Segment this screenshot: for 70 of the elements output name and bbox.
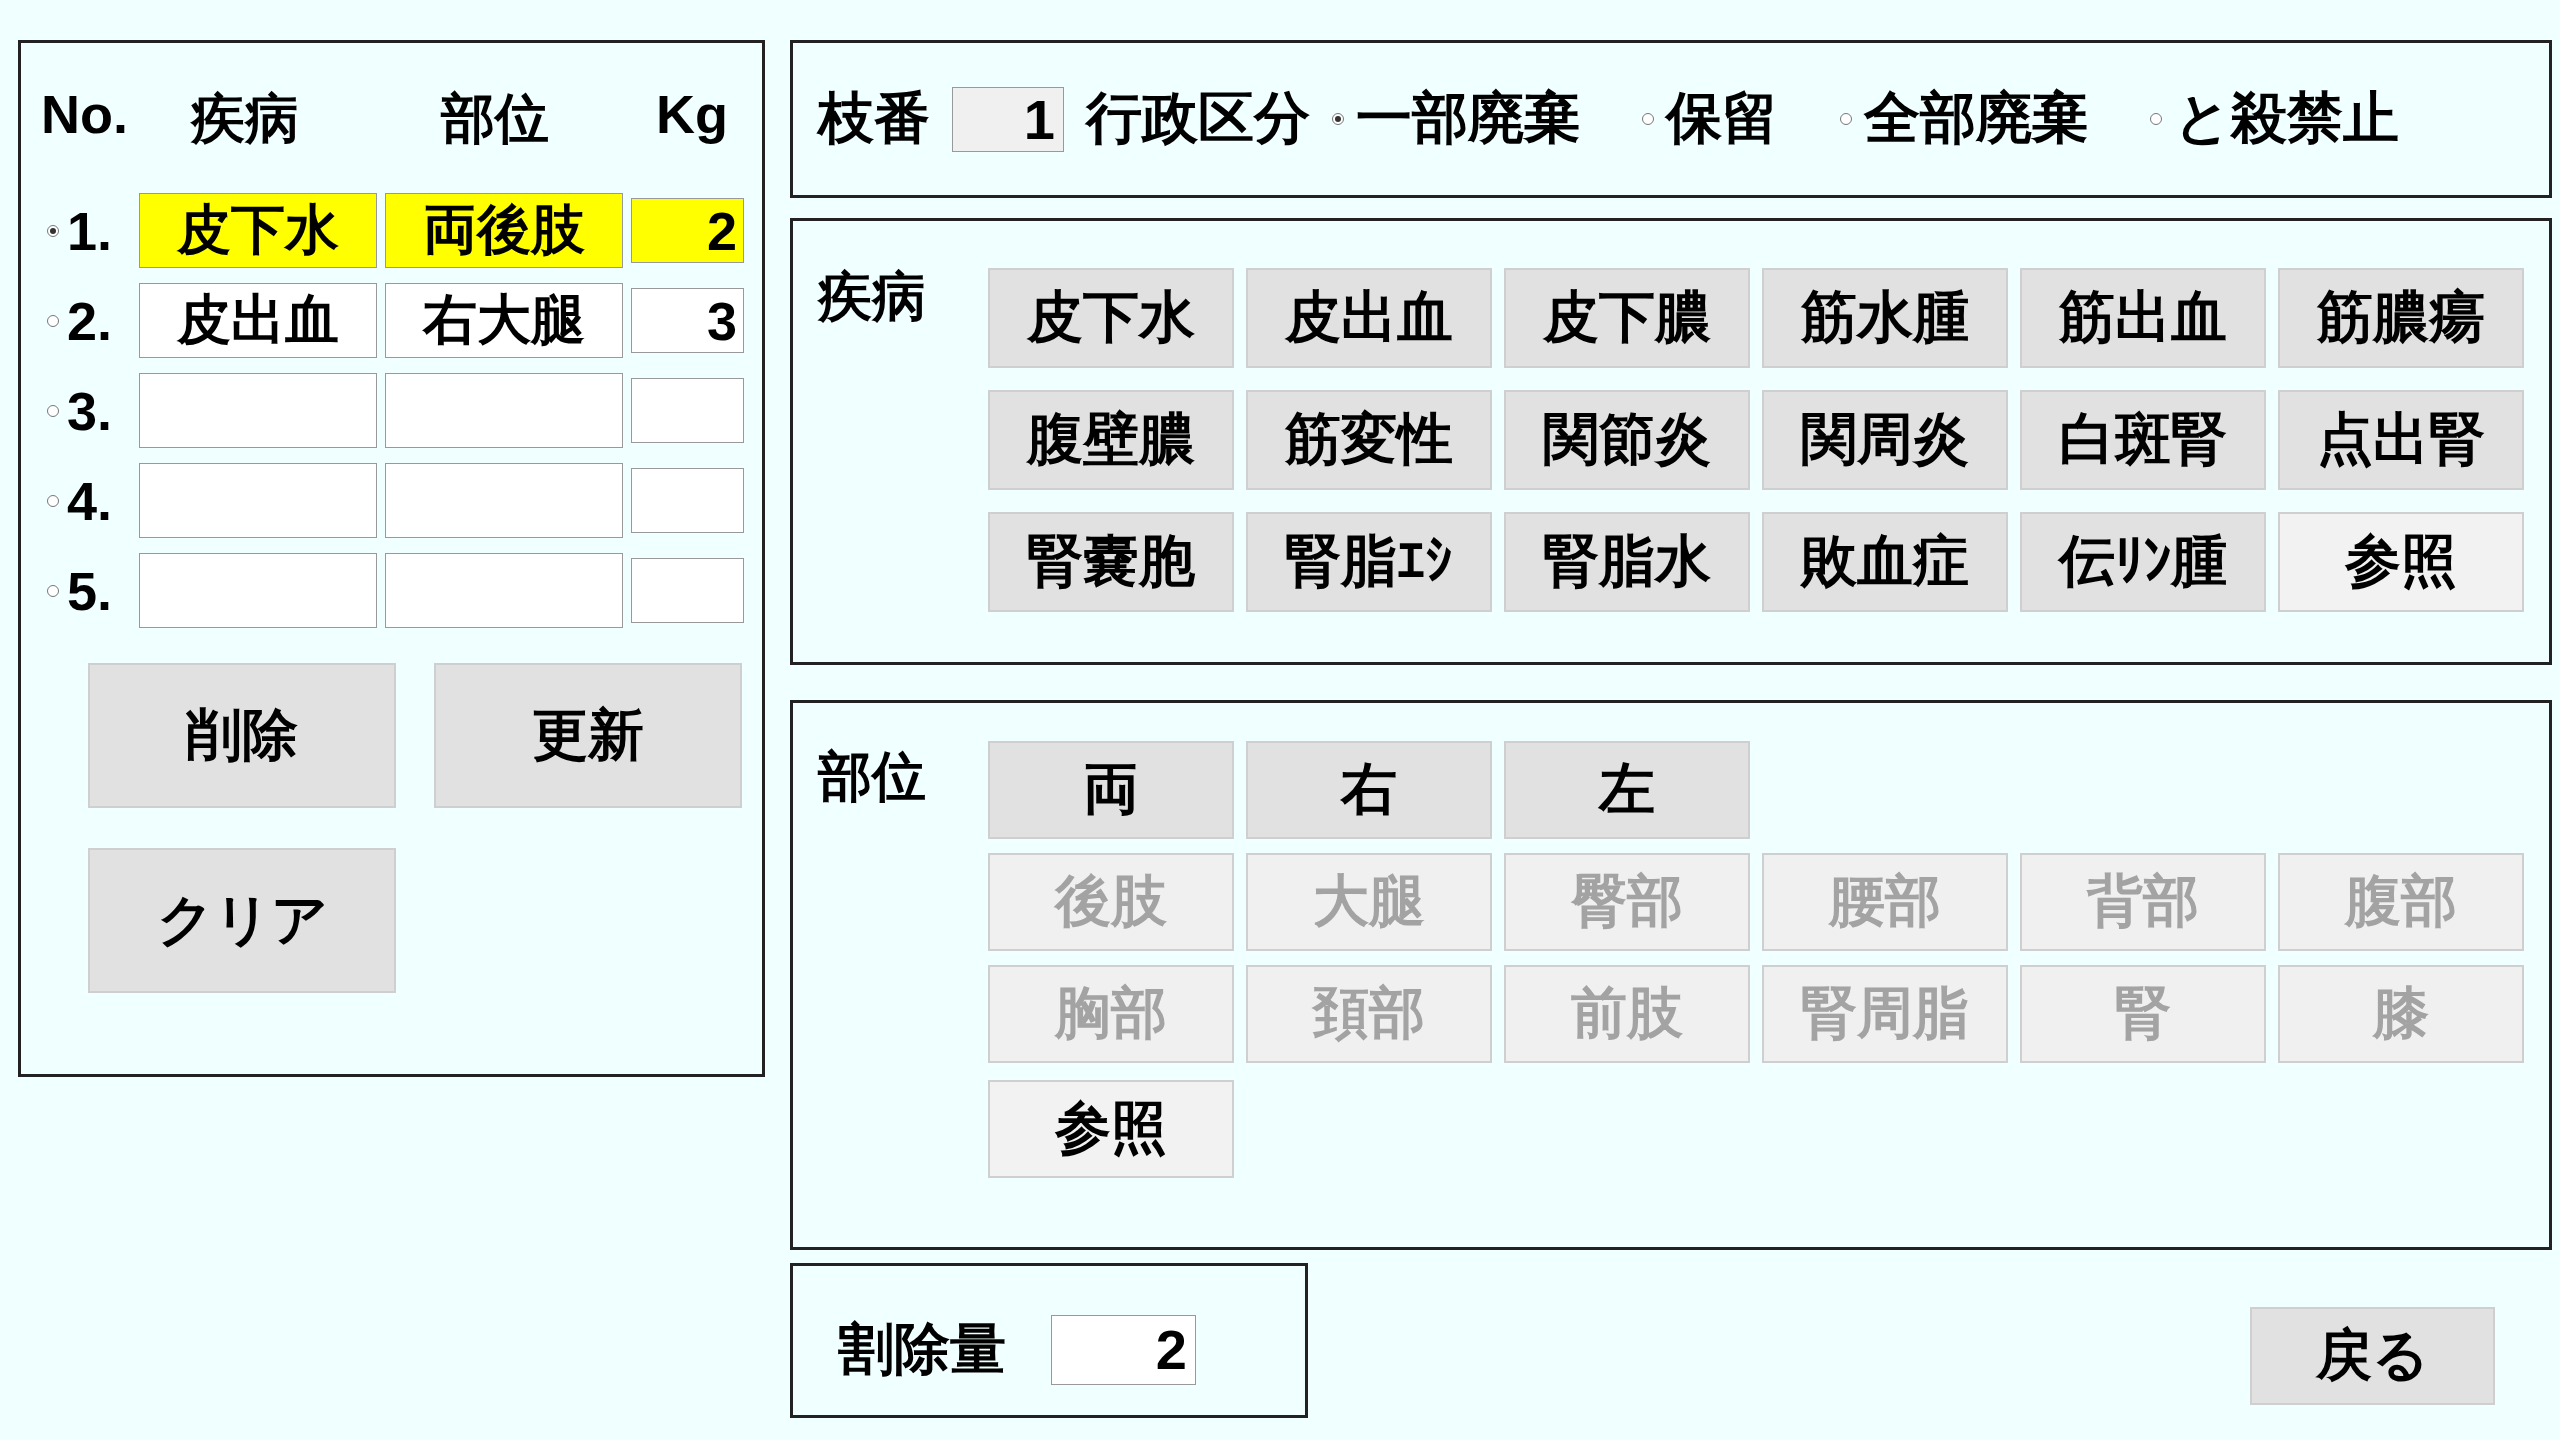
column-header: 疾病 — [191, 86, 300, 152]
radio-label[interactable]: 全部廃棄 — [1864, 81, 2088, 157]
disease-button[interactable]: 腎脂ｴｼ — [1246, 512, 1492, 612]
site-field[interactable] — [385, 463, 623, 538]
site-field[interactable] — [385, 553, 623, 628]
disease-button[interactable]: 筋出血 — [2020, 268, 2266, 368]
disease-button[interactable]: 腎嚢胞 — [988, 512, 1234, 612]
amount-field[interactable]: 2 — [1051, 1314, 1196, 1385]
column-header: No. — [41, 83, 129, 145]
branch-label: 枝番 — [818, 84, 930, 152]
weight-field[interactable]: 3 — [631, 288, 744, 353]
radio-button[interactable] — [2150, 113, 2162, 125]
disease-field[interactable] — [139, 463, 377, 538]
row-number: 1. — [66, 199, 114, 262]
radio-label[interactable]: と殺禁止 — [2174, 81, 2399, 157]
radio-button[interactable] — [1642, 113, 1654, 125]
category-label: 行政区分 — [1086, 84, 1310, 152]
radio-button[interactable] — [47, 404, 59, 417]
row-number: 3. — [66, 379, 114, 442]
disease-field[interactable] — [139, 553, 377, 628]
site-field[interactable]: 両後肢 — [385, 193, 623, 268]
back-button[interactable]: 戻る — [2250, 1306, 2495, 1405]
site-button[interactable]: 左 — [1504, 741, 1750, 839]
radio-button[interactable] — [1840, 113, 1852, 125]
disease-field[interactable] — [139, 373, 377, 448]
weight-field[interactable] — [631, 558, 744, 623]
radio-button[interactable] — [47, 494, 59, 507]
section-label: 部位 — [818, 744, 927, 810]
weight-field[interactable] — [631, 378, 744, 443]
weight-field[interactable]: 2 — [631, 198, 744, 263]
disease-button[interactable]: 皮下膿 — [1504, 268, 1750, 368]
action-button[interactable]: クリア — [88, 848, 396, 993]
row-number: 5. — [66, 559, 114, 622]
disease-button[interactable]: 腎脂水 — [1504, 512, 1750, 612]
disease-button[interactable]: 皮出血 — [1246, 268, 1492, 368]
radio-button[interactable] — [47, 224, 59, 237]
disease-field[interactable]: 皮下水 — [139, 193, 377, 268]
radio-label[interactable]: 保留 — [1666, 81, 1778, 157]
column-header: Kg — [656, 83, 728, 145]
action-button[interactable]: 削除 — [88, 663, 396, 808]
radio-button[interactable] — [1332, 113, 1344, 125]
disease-button[interactable]: 点出腎 — [2278, 390, 2524, 490]
radio-button[interactable] — [47, 314, 59, 327]
site-field[interactable] — [385, 373, 623, 448]
disease-button[interactable]: 敗血症 — [1762, 512, 2008, 612]
disease-button[interactable]: 皮下水 — [988, 268, 1234, 368]
column-header: 部位 — [441, 86, 550, 152]
disease-button[interactable]: 白斑腎 — [2020, 390, 2266, 490]
row-number: 4. — [66, 469, 114, 532]
action-button[interactable]: 更新 — [434, 663, 742, 808]
disease-field[interactable]: 皮出血 — [139, 283, 377, 358]
reference-button[interactable]: 参照 — [988, 1080, 1234, 1178]
weight-field[interactable] — [631, 468, 744, 533]
radio-button[interactable] — [47, 584, 59, 597]
disease-button[interactable]: 筋水腫 — [1762, 268, 2008, 368]
disease-button[interactable]: 腹壁膿 — [988, 390, 1234, 490]
disease-button[interactable]: 関周炎 — [1762, 390, 2008, 490]
disease-button[interactable]: 関節炎 — [1504, 390, 1750, 490]
branch-field[interactable]: 1 — [952, 86, 1064, 152]
disease-button[interactable]: 伝ﾘﾝ腫 — [2020, 512, 2266, 612]
site-field[interactable]: 右大腿 — [385, 283, 623, 358]
reference-button[interactable]: 参照 — [2278, 512, 2524, 612]
radio-label[interactable]: 一部廃棄 — [1356, 81, 1580, 157]
amount-label: 割除量 — [838, 1314, 1006, 1383]
site-button[interactable]: 右 — [1246, 741, 1492, 839]
site-button[interactable]: 両 — [988, 741, 1234, 839]
disease-button[interactable]: 筋膿瘍 — [2278, 268, 2524, 368]
row-number: 2. — [66, 289, 114, 352]
section-label: 疾病 — [818, 264, 927, 330]
disease-button[interactable]: 筋変性 — [1246, 390, 1492, 490]
